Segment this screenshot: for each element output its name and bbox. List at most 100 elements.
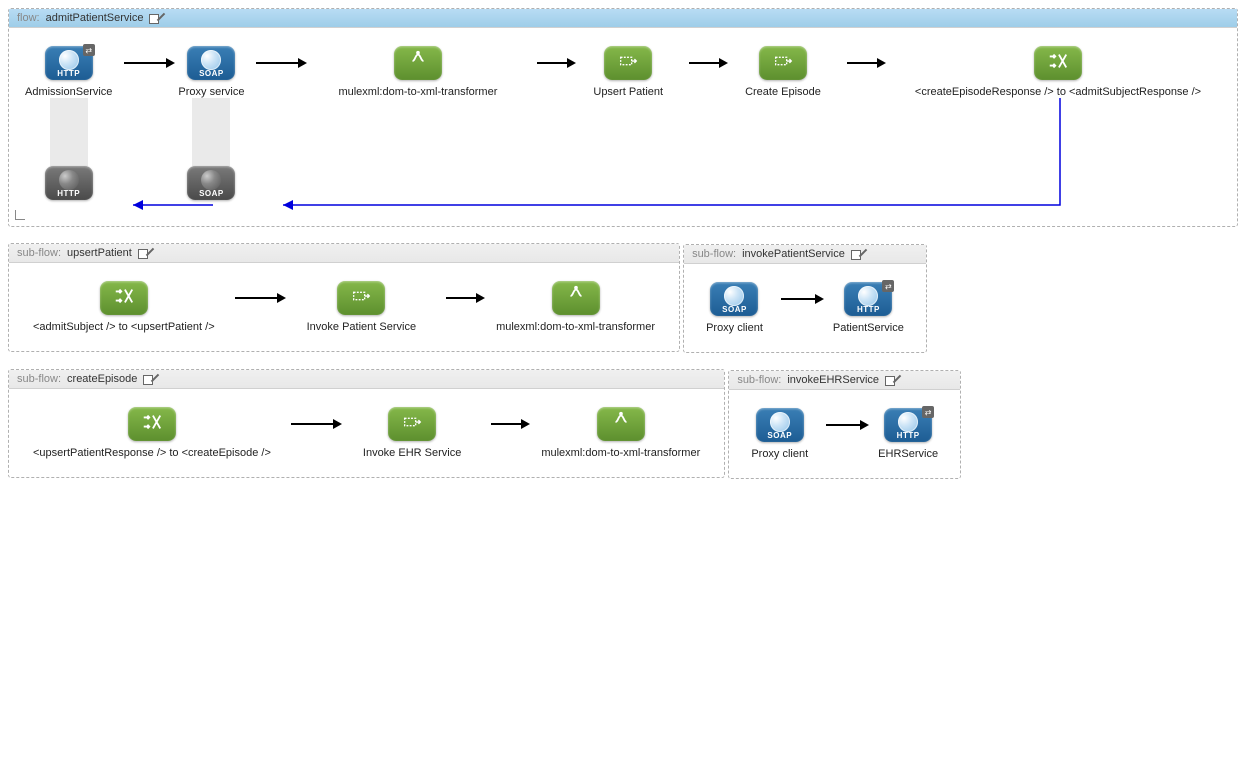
http-badge: HTTP — [844, 305, 892, 314]
http-endpoint-icon: HTTP — [884, 408, 932, 442]
flow-name-label: invokeEHRService — [787, 374, 879, 386]
subflow-invokePatientService[interactable]: sub-flow: invokePatientService SOAP Prox… — [683, 244, 927, 353]
node-label: mulexml:dom-to-xml-transformer — [338, 86, 497, 98]
flow-ref-icon — [388, 407, 436, 441]
node-invoke-ehr[interactable]: Invoke EHR Service — [345, 407, 479, 459]
node-proxy-client[interactable]: SOAP Proxy client — [700, 282, 769, 334]
node-dom-to-xml[interactable]: mulexml:dom-to-xml-transformer — [533, 407, 708, 459]
soap-icon: SOAP — [756, 408, 804, 442]
soap-response-icon[interactable]: SOAP — [187, 166, 235, 200]
node-proxy-service[interactable]: SOAP Proxy service — [178, 46, 244, 98]
arrow-icon — [769, 282, 827, 316]
soap-icon: SOAP — [187, 46, 235, 80]
arrow-icon — [112, 46, 178, 80]
node-label: AdmissionService — [25, 86, 112, 98]
soap-badge: SOAP — [187, 69, 235, 78]
node-label: Invoke EHR Service — [363, 447, 461, 459]
http-badge: HTTP — [884, 431, 932, 440]
node-label: Proxy client — [706, 322, 763, 334]
xslt-icon — [100, 281, 148, 315]
flow-header[interactable]: sub-flow: invokePatientService — [684, 245, 926, 264]
flow-ref-icon — [604, 46, 652, 80]
flow-type-label: sub-flow: — [692, 248, 736, 260]
http-endpoint-icon: HTTP — [844, 282, 892, 316]
flow-type-label: sub-flow: — [17, 247, 61, 259]
exchange-badge-icon — [922, 406, 934, 418]
shadow-connector — [192, 98, 230, 166]
node-dom-to-xml[interactable]: mulexml:dom-to-xml-transformer — [310, 46, 525, 98]
flow-body: SOAP Proxy client HTTP EHRService — [729, 390, 960, 478]
subflow-upsertPatient[interactable]: sub-flow: upsertPatient <admitSubject />… — [8, 243, 680, 352]
arrow-icon — [814, 408, 872, 442]
shadow-connector — [50, 98, 88, 166]
node-patient-service[interactable]: HTTP PatientService — [827, 282, 910, 334]
flow-name-label: admitPatientService — [46, 12, 144, 24]
soap-badge: SOAP — [756, 431, 804, 440]
exchange-badge-icon — [83, 44, 95, 56]
node-admission[interactable]: HTTP AdmissionService — [25, 46, 112, 98]
resize-handle-icon[interactable] — [15, 210, 25, 220]
soap-badge: SOAP — [187, 189, 235, 198]
node-label: Create Episode — [745, 86, 821, 98]
soap-icon: SOAP — [710, 282, 758, 316]
node-label: Proxy client — [751, 448, 808, 460]
flow-name-label: upsertPatient — [67, 247, 132, 259]
flow-body: SOAP Proxy client HTTP PatientService — [684, 264, 926, 352]
node-label: <admitSubject /> to <upsertPatient /> — [33, 321, 215, 333]
flow-header[interactable]: flow: admitPatientService — [9, 9, 1237, 28]
flow-header[interactable]: sub-flow: invokeEHRService — [729, 371, 960, 390]
node-xslt-upsertresponse[interactable]: <upsertPatientResponse /> to <createEpis… — [25, 407, 279, 459]
arrow-icon — [434, 281, 488, 315]
subflow-createEpisode[interactable]: sub-flow: createEpisode <upsertPatientRe… — [8, 369, 725, 478]
arrow-icon — [677, 46, 731, 80]
flow-name-label: createEpisode — [67, 373, 137, 385]
xslt-icon — [1034, 46, 1082, 80]
node-create-episode-response[interactable]: <createEpisodeResponse /> to <admitSubje… — [889, 46, 1227, 98]
node-xslt-admitsubject[interactable]: <admitSubject /> to <upsertPatient /> — [25, 281, 223, 333]
flow-body: <admitSubject /> to <upsertPatient /> In… — [9, 263, 679, 351]
http-badge: HTTP — [45, 69, 93, 78]
xslt-icon — [128, 407, 176, 441]
node-create-episode[interactable]: Create Episode — [731, 46, 835, 98]
node-label: EHRService — [878, 448, 938, 460]
flow-ref-icon — [759, 46, 807, 80]
node-label: Upsert Patient — [593, 86, 663, 98]
flow-type-label: flow: — [17, 12, 40, 24]
node-proxy-client[interactable]: SOAP Proxy client — [745, 408, 814, 460]
exchange-badge-icon — [882, 280, 894, 292]
transformer-icon — [597, 407, 645, 441]
node-upsert-patient[interactable]: Upsert Patient — [579, 46, 677, 98]
arrow-icon — [223, 281, 289, 315]
node-label: Proxy service — [178, 86, 244, 98]
edit-icon[interactable] — [143, 373, 157, 385]
flow-body: <upsertPatientResponse /> to <createEpis… — [9, 389, 724, 477]
arrow-icon — [479, 407, 533, 441]
flow-header[interactable]: sub-flow: upsertPatient — [9, 244, 679, 263]
edit-icon[interactable] — [149, 12, 163, 24]
flow-type-label: sub-flow: — [737, 374, 781, 386]
node-label: <createEpisodeResponse /> to <admitSubje… — [915, 86, 1201, 98]
transformer-icon — [394, 46, 442, 80]
edit-icon[interactable] — [138, 247, 152, 259]
flow-header[interactable]: sub-flow: createEpisode — [9, 370, 724, 389]
node-label: <upsertPatientResponse /> to <createEpis… — [33, 447, 271, 459]
http-badge: HTTP — [45, 189, 93, 198]
transformer-icon — [552, 281, 600, 315]
flow-name-label: invokePatientService — [742, 248, 845, 260]
http-response-icon[interactable]: HTTP — [45, 166, 93, 200]
arrow-icon — [244, 46, 310, 80]
node-proxy-stack: SOAP Proxy service SOAP — [178, 46, 244, 200]
node-label: PatientService — [833, 322, 904, 334]
flow-type-label: sub-flow: — [17, 373, 61, 385]
flow-body: HTTP AdmissionService HTTP SOAP — [9, 28, 1237, 226]
flow-admitPatientService[interactable]: flow: admitPatientService HTTP Admission… — [8, 8, 1238, 227]
edit-icon[interactable] — [851, 248, 865, 260]
soap-badge: SOAP — [710, 305, 758, 314]
flow-ref-icon — [337, 281, 385, 315]
node-dom-to-xml[interactable]: mulexml:dom-to-xml-transformer — [488, 281, 663, 333]
edit-icon[interactable] — [885, 374, 899, 386]
node-invoke-patient[interactable]: Invoke Patient Service — [289, 281, 434, 333]
node-ehr-service[interactable]: HTTP EHRService — [872, 408, 944, 460]
subflow-invokeEHRService[interactable]: sub-flow: invokeEHRService SOAP Proxy cl… — [728, 370, 961, 479]
node-label: mulexml:dom-to-xml-transformer — [541, 447, 700, 459]
